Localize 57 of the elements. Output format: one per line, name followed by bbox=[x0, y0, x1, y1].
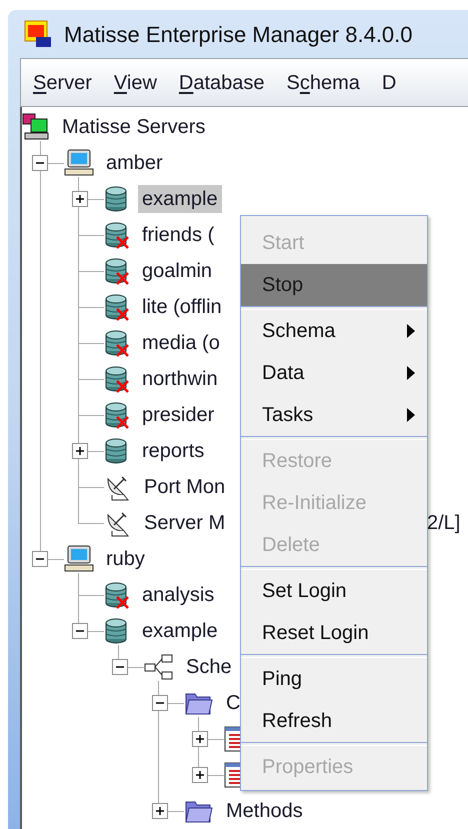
server-group-icon bbox=[22, 113, 50, 141]
plus-icon bbox=[75, 446, 85, 456]
tree-item[interactable]: lite (offlin bbox=[138, 293, 226, 321]
menu-item[interactable]: Stop bbox=[241, 264, 427, 306]
tree-item[interactable]: example bbox=[138, 617, 222, 645]
database-error-icon bbox=[104, 293, 130, 321]
tree-item[interactable]: presider bbox=[138, 401, 218, 429]
tree-item[interactable]: northwin bbox=[138, 365, 222, 393]
tree-item[interactable]: analysis bbox=[138, 581, 218, 609]
database-error-icon bbox=[104, 257, 130, 285]
tree-item[interactable]: Methods bbox=[222, 797, 307, 825]
app-logo-icon bbox=[24, 20, 52, 48]
database-error-icon bbox=[104, 221, 130, 249]
plus-icon bbox=[155, 806, 165, 816]
database-error-icon bbox=[104, 401, 130, 429]
computer-icon bbox=[64, 545, 94, 573]
menu-item[interactable]: Reset Login bbox=[241, 612, 427, 654]
menu-item[interactable]: Schema bbox=[241, 310, 427, 352]
tree-item[interactable]: example bbox=[138, 185, 222, 213]
tree-item[interactable]: Port Mon bbox=[140, 473, 230, 501]
tree-expander[interactable] bbox=[192, 731, 208, 747]
menu-item[interactable]: Set Login bbox=[241, 570, 427, 612]
tree-expander[interactable] bbox=[32, 551, 48, 567]
tree-item[interactable]: amber bbox=[102, 149, 167, 177]
hierarchy-icon bbox=[144, 653, 174, 681]
database-error-icon bbox=[104, 329, 130, 357]
menu-item[interactable]: Tasks bbox=[241, 394, 427, 436]
tree-item[interactable]: friends ( bbox=[138, 221, 218, 249]
tree-expander[interactable] bbox=[112, 659, 128, 675]
database-error-icon bbox=[104, 365, 130, 393]
tree-item[interactable]: ruby bbox=[102, 545, 149, 573]
plus-icon bbox=[75, 194, 85, 204]
tree-expander[interactable] bbox=[192, 767, 208, 783]
menu-bar-item[interactable]: View bbox=[114, 68, 157, 98]
tree-expander[interactable] bbox=[152, 695, 168, 711]
tree-item[interactable]: goalmin bbox=[138, 257, 216, 285]
tree-expander[interactable] bbox=[72, 623, 88, 639]
menu-bar-item[interactable]: Server bbox=[33, 68, 92, 98]
computer-icon bbox=[64, 149, 94, 177]
tree-item[interactable]: Matisse Servers bbox=[58, 113, 210, 141]
tree-expander[interactable] bbox=[32, 155, 48, 171]
tree-expander[interactable] bbox=[72, 191, 88, 207]
menu-item[interactable]: Data bbox=[241, 352, 427, 394]
tree-item-text: 2/L] bbox=[427, 511, 460, 536]
plus-icon bbox=[195, 734, 205, 744]
tree-item[interactable]: Sche bbox=[182, 653, 236, 681]
tree-item[interactable]: reports bbox=[138, 437, 208, 465]
window-title: Matisse Enterprise Manager 8.4.0.0 bbox=[64, 20, 413, 49]
menu-bar-item[interactable]: Database bbox=[178, 68, 265, 98]
tree-item[interactable]: media (o bbox=[138, 329, 224, 357]
plus-icon bbox=[195, 770, 205, 780]
menu-bar-item[interactable]: Schema bbox=[286, 68, 360, 98]
tree-expander[interactable] bbox=[152, 803, 168, 819]
tree-item[interactable]: Server M bbox=[140, 509, 230, 537]
database-error-icon bbox=[104, 581, 130, 609]
tree-expander[interactable] bbox=[72, 443, 88, 459]
menu-bar-item[interactable]: D bbox=[382, 68, 396, 98]
